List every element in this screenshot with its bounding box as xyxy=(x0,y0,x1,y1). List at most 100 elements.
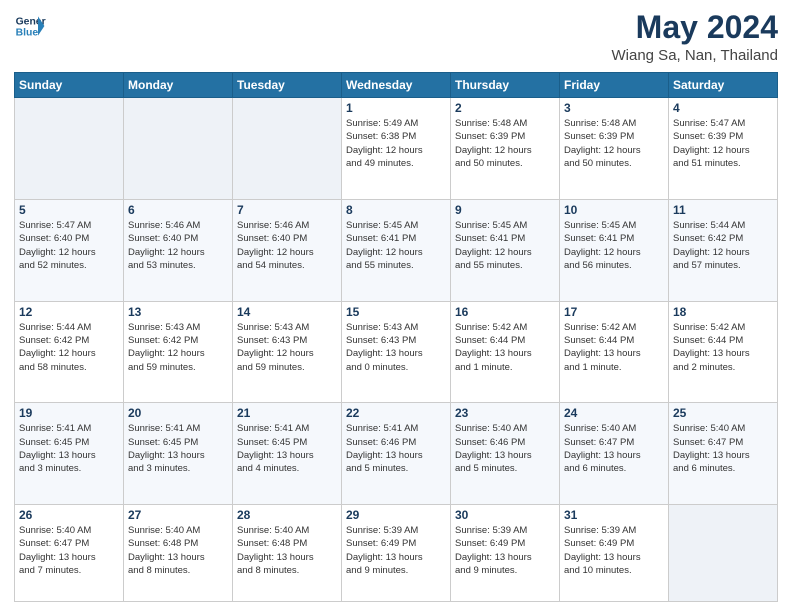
table-row: 24 Sunrise: 5:40 AM Sunset: 6:47 PM Dayli… xyxy=(560,403,669,505)
table-row: 30 Sunrise: 5:39 AM Sunset: 6:49 PM Dayli… xyxy=(451,505,560,602)
day-number: 14 xyxy=(237,305,337,319)
page: General Blue May 2024 Wiang Sa, Nan, Tha… xyxy=(0,0,792,612)
day-number: 23 xyxy=(455,406,555,420)
calendar-week-row: 19 Sunrise: 5:41 AM Sunset: 6:45 PM Dayli… xyxy=(15,403,778,505)
table-row: 9 Sunrise: 5:45 AM Sunset: 6:41 PM Daylig… xyxy=(451,199,560,301)
header-wednesday: Wednesday xyxy=(342,73,451,98)
day-info: Sunrise: 5:40 AM Sunset: 6:47 PM Dayligh… xyxy=(673,422,773,475)
day-info: Sunrise: 5:39 AM Sunset: 6:49 PM Dayligh… xyxy=(455,524,555,577)
day-number: 1 xyxy=(346,101,446,115)
table-row: 8 Sunrise: 5:45 AM Sunset: 6:41 PM Daylig… xyxy=(342,199,451,301)
calendar-week-row: 5Sunrise: 5:47 AM Sunset: 6:40 PM Daylig… xyxy=(15,199,778,301)
day-info: Sunrise: 5:40 AM Sunset: 6:48 PM Dayligh… xyxy=(237,524,337,577)
day-number: 31 xyxy=(564,508,664,522)
day-number: 28 xyxy=(237,508,337,522)
table-row: 7Sunrise: 5:46 AM Sunset: 6:40 PM Daylig… xyxy=(233,199,342,301)
calendar-week-row: 12Sunrise: 5:44 AM Sunset: 6:42 PM Dayli… xyxy=(15,301,778,403)
day-info: Sunrise: 5:45 AM Sunset: 6:41 PM Dayligh… xyxy=(455,219,555,272)
day-info: Sunrise: 5:47 AM Sunset: 6:39 PM Dayligh… xyxy=(673,117,773,170)
table-row: 4Sunrise: 5:47 AM Sunset: 6:39 PM Daylig… xyxy=(669,98,778,200)
table-row: 1 Sunrise: 5:49 AM Sunset: 6:38 PM Daylig… xyxy=(342,98,451,200)
table-row: 19 Sunrise: 5:41 AM Sunset: 6:45 PM Dayli… xyxy=(15,403,124,505)
day-info: Sunrise: 5:43 AM Sunset: 6:43 PM Dayligh… xyxy=(346,321,446,374)
header-friday: Friday xyxy=(560,73,669,98)
day-info: Sunrise: 5:48 AM Sunset: 6:39 PM Dayligh… xyxy=(455,117,555,170)
table-row: 28 Sunrise: 5:40 AM Sunset: 6:48 PM Dayli… xyxy=(233,505,342,602)
table-row: 16 Sunrise: 5:42 AM Sunset: 6:44 PM Dayli… xyxy=(451,301,560,403)
day-info: Sunrise: 5:46 AM Sunset: 6:40 PM Dayligh… xyxy=(128,219,228,272)
day-number: 29 xyxy=(346,508,446,522)
table-row: 20 Sunrise: 5:41 AM Sunset: 6:45 PM Dayli… xyxy=(124,403,233,505)
table-row: 10 Sunrise: 5:45 AM Sunset: 6:41 PM Dayli… xyxy=(560,199,669,301)
day-number: 18 xyxy=(673,305,773,319)
table-row: 26 Sunrise: 5:40 AM Sunset: 6:47 PM Dayli… xyxy=(15,505,124,602)
calendar-week-row: 26 Sunrise: 5:40 AM Sunset: 6:47 PM Dayli… xyxy=(15,505,778,602)
day-info: Sunrise: 5:43 AM Sunset: 6:42 PM Dayligh… xyxy=(128,321,228,374)
table-row: 6 Sunrise: 5:46 AM Sunset: 6:40 PM Daylig… xyxy=(124,199,233,301)
day-number: 6 xyxy=(128,203,228,217)
day-info: Sunrise: 5:40 AM Sunset: 6:48 PM Dayligh… xyxy=(128,524,228,577)
day-number: 20 xyxy=(128,406,228,420)
table-row xyxy=(15,98,124,200)
table-row: 25 Sunrise: 5:40 AM Sunset: 6:47 PM Dayli… xyxy=(669,403,778,505)
day-info: Sunrise: 5:39 AM Sunset: 6:49 PM Dayligh… xyxy=(346,524,446,577)
header-monday: Monday xyxy=(124,73,233,98)
table-row: 18Sunrise: 5:42 AM Sunset: 6:44 PM Dayli… xyxy=(669,301,778,403)
day-info: Sunrise: 5:41 AM Sunset: 6:45 PM Dayligh… xyxy=(237,422,337,475)
day-number: 19 xyxy=(19,406,119,420)
day-info: Sunrise: 5:41 AM Sunset: 6:45 PM Dayligh… xyxy=(128,422,228,475)
day-number: 5 xyxy=(19,203,119,217)
table-row: 2Sunrise: 5:48 AM Sunset: 6:39 PM Daylig… xyxy=(451,98,560,200)
table-row: 27 Sunrise: 5:40 AM Sunset: 6:48 PM Dayli… xyxy=(124,505,233,602)
day-info: Sunrise: 5:40 AM Sunset: 6:47 PM Dayligh… xyxy=(564,422,664,475)
day-info: Sunrise: 5:45 AM Sunset: 6:41 PM Dayligh… xyxy=(564,219,664,272)
weekday-header-row: Sunday Monday Tuesday Wednesday Thursday… xyxy=(15,73,778,98)
table-row: 11 Sunrise: 5:44 AM Sunset: 6:42 PM Dayli… xyxy=(669,199,778,301)
day-number: 17 xyxy=(564,305,664,319)
table-row: 31 Sunrise: 5:39 AM Sunset: 6:49 PM Dayli… xyxy=(560,505,669,602)
day-number: 9 xyxy=(455,203,555,217)
table-row: 29 Sunrise: 5:39 AM Sunset: 6:49 PM Dayli… xyxy=(342,505,451,602)
day-number: 10 xyxy=(564,203,664,217)
day-number: 16 xyxy=(455,305,555,319)
table-row: 5Sunrise: 5:47 AM Sunset: 6:40 PM Daylig… xyxy=(15,199,124,301)
day-number: 24 xyxy=(564,406,664,420)
day-info: Sunrise: 5:43 AM Sunset: 6:43 PM Dayligh… xyxy=(237,321,337,374)
day-number: 26 xyxy=(19,508,119,522)
day-info: Sunrise: 5:42 AM Sunset: 6:44 PM Dayligh… xyxy=(564,321,664,374)
title-block: May 2024 Wiang Sa, Nan, Thailand xyxy=(612,10,779,64)
table-row: 15Sunrise: 5:43 AM Sunset: 6:43 PM Dayli… xyxy=(342,301,451,403)
table-row xyxy=(124,98,233,200)
day-info: Sunrise: 5:45 AM Sunset: 6:41 PM Dayligh… xyxy=(346,219,446,272)
day-info: Sunrise: 5:49 AM Sunset: 6:38 PM Dayligh… xyxy=(346,117,446,170)
day-number: 3 xyxy=(564,101,664,115)
day-info: Sunrise: 5:46 AM Sunset: 6:40 PM Dayligh… xyxy=(237,219,337,272)
day-number: 13 xyxy=(128,305,228,319)
day-info: Sunrise: 5:44 AM Sunset: 6:42 PM Dayligh… xyxy=(673,219,773,272)
table-row: 17 Sunrise: 5:42 AM Sunset: 6:44 PM Dayli… xyxy=(560,301,669,403)
logo-icon: General Blue xyxy=(14,10,46,42)
month-title: May 2024 xyxy=(612,10,779,45)
calendar-table: Sunday Monday Tuesday Wednesday Thursday… xyxy=(14,72,778,602)
header: General Blue May 2024 Wiang Sa, Nan, Tha… xyxy=(14,10,778,64)
header-sunday: Sunday xyxy=(15,73,124,98)
location-title: Wiang Sa, Nan, Thailand xyxy=(612,47,779,64)
day-number: 11 xyxy=(673,203,773,217)
day-number: 25 xyxy=(673,406,773,420)
day-info: Sunrise: 5:41 AM Sunset: 6:46 PM Dayligh… xyxy=(346,422,446,475)
table-row: 13 Sunrise: 5:43 AM Sunset: 6:42 PM Dayli… xyxy=(124,301,233,403)
day-number: 12 xyxy=(19,305,119,319)
calendar-week-row: 1 Sunrise: 5:49 AM Sunset: 6:38 PM Daylig… xyxy=(15,98,778,200)
day-number: 27 xyxy=(128,508,228,522)
day-number: 8 xyxy=(346,203,446,217)
day-info: Sunrise: 5:39 AM Sunset: 6:49 PM Dayligh… xyxy=(564,524,664,577)
day-number: 30 xyxy=(455,508,555,522)
day-info: Sunrise: 5:48 AM Sunset: 6:39 PM Dayligh… xyxy=(564,117,664,170)
day-info: Sunrise: 5:40 AM Sunset: 6:46 PM Dayligh… xyxy=(455,422,555,475)
table-row: 21 Sunrise: 5:41 AM Sunset: 6:45 PM Dayli… xyxy=(233,403,342,505)
logo: General Blue xyxy=(14,10,46,42)
day-number: 21 xyxy=(237,406,337,420)
day-info: Sunrise: 5:42 AM Sunset: 6:44 PM Dayligh… xyxy=(455,321,555,374)
day-info: Sunrise: 5:40 AM Sunset: 6:47 PM Dayligh… xyxy=(19,524,119,577)
day-info: Sunrise: 5:41 AM Sunset: 6:45 PM Dayligh… xyxy=(19,422,119,475)
